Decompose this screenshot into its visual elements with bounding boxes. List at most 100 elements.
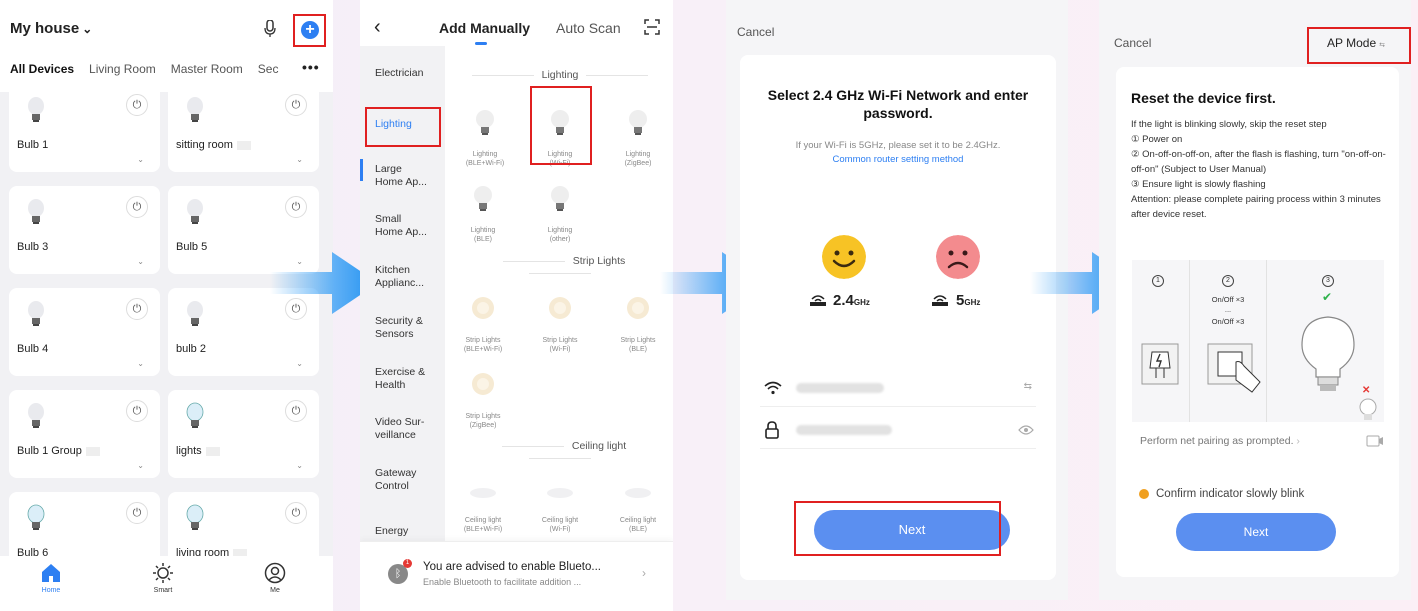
wifi-name-value bbox=[796, 383, 884, 393]
category-video-surveillance[interactable]: Video Sur- veillance bbox=[375, 416, 441, 442]
nav-home-label: Home bbox=[41, 587, 61, 594]
category-kitchen-appliances[interactable]: Kitchen Applianc... bbox=[375, 264, 441, 290]
router-icon bbox=[932, 295, 948, 306]
wifi-password-field[interactable] bbox=[760, 413, 1036, 449]
next-button[interactable]: Next bbox=[1176, 513, 1336, 551]
bulb-icon bbox=[551, 186, 569, 211]
nav-smart-label: Smart bbox=[153, 587, 173, 594]
chevron-down-icon[interactable]: ⌄ bbox=[296, 461, 303, 470]
product-item[interactable]: Strip Lights (BLE+Wi-Fi) bbox=[448, 286, 518, 354]
reset-card: Reset the device first. If the light is … bbox=[1116, 67, 1399, 577]
reset-step: ③ Ensure light is slowly flashing bbox=[1131, 179, 1266, 190]
category-gateway-control[interactable]: Gateway Control bbox=[375, 467, 441, 493]
category-security-sensors[interactable]: Security & Sensors bbox=[375, 315, 441, 341]
power-icon[interactable]: ⏻ bbox=[126, 196, 148, 218]
user-icon bbox=[264, 562, 286, 584]
product-item[interactable]: Lighting (other) bbox=[525, 176, 595, 244]
wall-switch-icon bbox=[1207, 343, 1261, 393]
chevron-down-icon[interactable]: ⌄ bbox=[137, 257, 144, 266]
video-icon[interactable] bbox=[1366, 435, 1384, 447]
device-card[interactable]: ⏻ sitting room ⌄ bbox=[168, 84, 319, 172]
home-selector[interactable]: My house ⌄ bbox=[10, 20, 92, 37]
category-electrician[interactable]: Electrician bbox=[375, 67, 441, 80]
notification-badge: 1 bbox=[403, 559, 412, 568]
chevron-down-icon[interactable]: ⌄ bbox=[296, 359, 303, 368]
nav-home[interactable]: Home bbox=[21, 562, 81, 594]
sad-face-icon bbox=[936, 235, 980, 279]
bluetooth-banner[interactable]: ᛒ 1 You are advised to enable Blueto... … bbox=[360, 541, 673, 611]
product-item[interactable]: Lighting (BLE) bbox=[448, 176, 518, 244]
strip-light-icon bbox=[472, 297, 494, 319]
reset-step: Attention: please complete pairing proce… bbox=[1131, 194, 1381, 220]
pairing-prompt[interactable]: Perform net pairing as prompted. › bbox=[1140, 435, 1300, 447]
tab-master-room[interactable]: Master Room bbox=[171, 62, 243, 76]
check-icon: ✔ bbox=[1322, 290, 1333, 304]
device-card[interactable]: ⏻ Bulb 3 ⌄ bbox=[9, 186, 160, 274]
device-card[interactable]: ⏻ Bulb 1 ⌄ bbox=[9, 84, 160, 172]
strip-light-icon bbox=[472, 373, 494, 395]
reset-title: Reset the device first. bbox=[1131, 90, 1276, 106]
power-icon[interactable]: ⏻ bbox=[285, 502, 307, 524]
confirm-indicator-label[interactable]: Confirm indicator slowly blink bbox=[1156, 488, 1304, 500]
chevron-down-icon[interactable]: ⌄ bbox=[137, 155, 144, 164]
device-card[interactable]: ⏻ Bulb 1 Group ⌄ bbox=[9, 390, 160, 478]
wifi-password-value bbox=[796, 425, 892, 435]
tab-sec[interactable]: Sec bbox=[258, 62, 279, 76]
product-item[interactable]: Strip Lights (Wi-Fi) bbox=[525, 286, 595, 354]
microphone-icon[interactable] bbox=[264, 20, 276, 38]
nav-me-label: Me bbox=[270, 587, 280, 594]
category-energy[interactable]: Energy bbox=[375, 525, 441, 538]
product-item[interactable]: Lighting (BLE+Wi-Fi) bbox=[450, 100, 520, 168]
router-settings-link[interactable]: Common router setting method bbox=[740, 154, 1056, 165]
product-label: Strip Lights (Wi-Fi) bbox=[542, 337, 578, 353]
device-card[interactable]: ⏻ lights ⌄ bbox=[168, 390, 319, 478]
category-large-home-appliances[interactable]: Large Home Ap... bbox=[375, 163, 441, 189]
product-item[interactable]: Lighting (ZigBee) bbox=[603, 100, 673, 168]
power-icon[interactable]: ⏻ bbox=[126, 298, 148, 320]
tab-all-devices[interactable]: All Devices bbox=[10, 62, 74, 76]
power-icon[interactable]: ⏻ bbox=[126, 94, 148, 116]
highlight-box bbox=[293, 14, 326, 47]
power-icon[interactable]: ⏻ bbox=[285, 196, 307, 218]
power-icon[interactable]: ⏻ bbox=[126, 400, 148, 422]
power-icon[interactable]: ⏻ bbox=[285, 400, 307, 422]
category-small-home-appliances[interactable]: Small Home Ap... bbox=[375, 213, 441, 239]
chevron-down-icon[interactable]: ⌄ bbox=[296, 155, 303, 164]
home-name: My house bbox=[10, 20, 80, 37]
nav-smart[interactable]: Smart bbox=[133, 562, 193, 594]
highlight-box bbox=[794, 501, 1001, 556]
eye-icon[interactable] bbox=[1018, 425, 1034, 435]
bulb-icon bbox=[28, 301, 44, 326]
switch-network-icon[interactable]: ⇆ bbox=[1024, 381, 1032, 392]
cross-icon: ✕ bbox=[1362, 385, 1371, 396]
step-number-icon: 3 bbox=[1322, 275, 1334, 287]
bulb-icon bbox=[28, 403, 44, 428]
chevron-down-icon[interactable]: ⌄ bbox=[137, 359, 144, 368]
scan-icon[interactable] bbox=[644, 19, 660, 35]
nav-me[interactable]: Me bbox=[245, 562, 305, 594]
category-exercise-health[interactable]: Exercise & Health bbox=[375, 366, 441, 392]
tab-living-room[interactable]: Living Room bbox=[89, 62, 156, 76]
cancel-button[interactable]: Cancel bbox=[737, 25, 774, 39]
more-icon[interactable]: ••• bbox=[302, 59, 320, 75]
back-icon[interactable]: ‹ bbox=[374, 16, 381, 39]
product-item[interactable]: Strip Lights (ZigBee) bbox=[448, 362, 518, 430]
product-item[interactable]: Ceiling light (Wi-Fi) bbox=[525, 474, 595, 534]
wifi-name-field[interactable]: ⇆ bbox=[760, 371, 1036, 407]
product-label: Lighting (ZigBee) bbox=[624, 151, 652, 167]
reset-step: If the light is blinking slowly, skip th… bbox=[1131, 119, 1327, 130]
tab-auto-scan[interactable]: Auto Scan bbox=[556, 20, 621, 36]
power-icon[interactable]: ⏻ bbox=[285, 94, 307, 116]
chevron-down-icon[interactable]: ⌄ bbox=[137, 461, 144, 470]
device-card[interactable]: ⏻ Bulb 4 ⌄ bbox=[9, 288, 160, 376]
onoff-instruction: On/Off ×3 bbox=[1211, 317, 1245, 326]
reset-illustration: 1 2 On/Off ×3 ... On/Off ×3 3 ✔ ✕ bbox=[1132, 260, 1384, 422]
product-item[interactable]: Ceiling light (BLE) bbox=[603, 474, 673, 534]
wifi-title: Select 2.4 GHz Wi-Fi Network and enter p… bbox=[767, 87, 1029, 121]
happy-face-icon bbox=[822, 235, 866, 279]
radio-icon[interactable] bbox=[1139, 489, 1149, 499]
cancel-button[interactable]: Cancel bbox=[1114, 36, 1151, 50]
product-item[interactable]: Ceiling light (BLE+Wi-Fi) bbox=[448, 474, 518, 534]
tab-add-manually[interactable]: Add Manually bbox=[439, 20, 530, 36]
power-icon[interactable]: ⏻ bbox=[126, 502, 148, 524]
